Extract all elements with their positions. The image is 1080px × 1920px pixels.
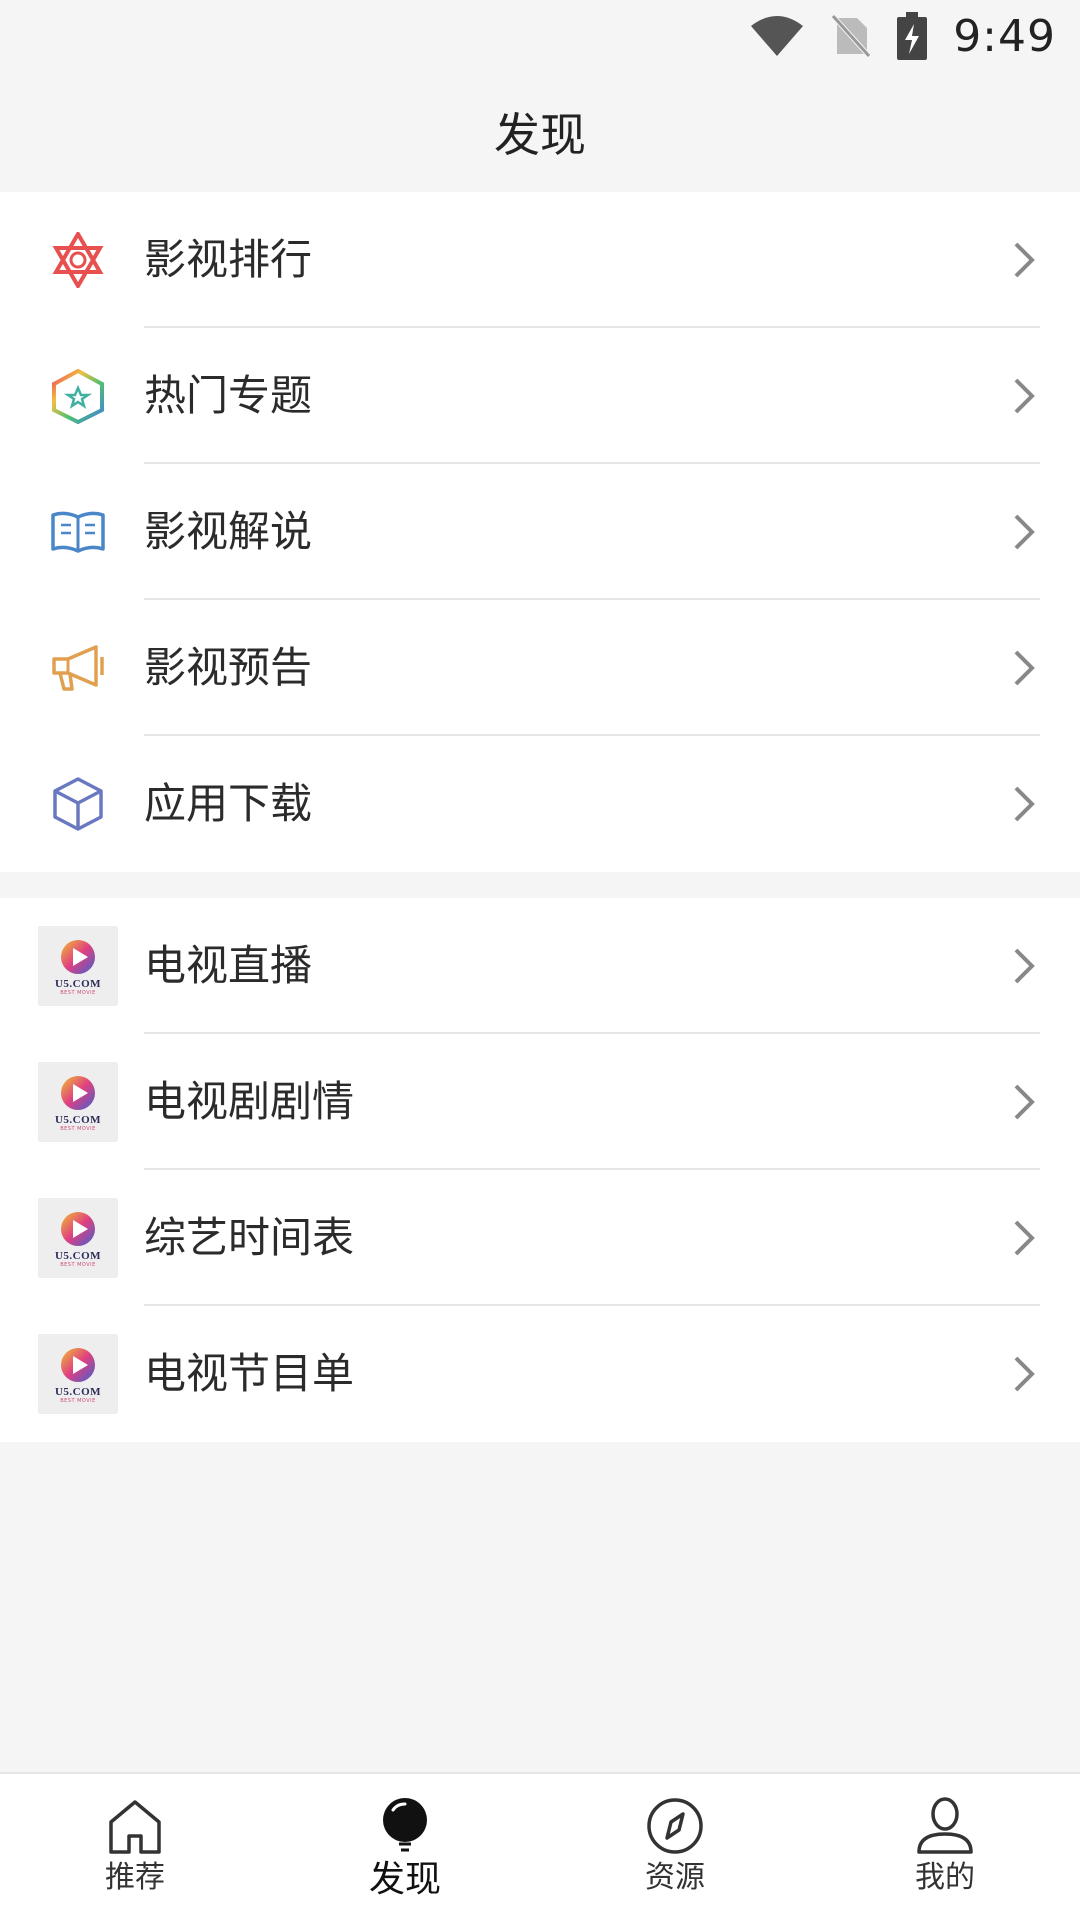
megaphone-icon bbox=[38, 638, 118, 698]
menu-item-label: 电视节目单 bbox=[144, 1349, 355, 1398]
menu-item-label: 电视直播 bbox=[144, 941, 313, 990]
wifi-icon bbox=[751, 16, 804, 56]
chevron-right-icon bbox=[1014, 1356, 1035, 1392]
logo-subtext: BEST MOVIE bbox=[60, 989, 96, 996]
header: 发现 bbox=[0, 72, 1080, 192]
cube-icon bbox=[38, 774, 118, 834]
menu-group-features: 影视排行 热门专题 影视解说 影视预告 应用下载 bbox=[0, 192, 1080, 872]
menu-item-trailers[interactable]: 影视预告 bbox=[0, 600, 1080, 736]
u5-logo-icon: U5.COM BEST MOVIE bbox=[38, 1198, 118, 1278]
menu-item-variety-schedule[interactable]: U5.COM BEST MOVIE 综艺时间表 bbox=[0, 1170, 1080, 1306]
menu-item-tv-guide[interactable]: U5.COM BEST MOVIE 电视节目单 bbox=[0, 1306, 1080, 1442]
chevron-right-icon bbox=[1014, 650, 1035, 686]
logo-text: U5.COM bbox=[54, 977, 102, 990]
bottom-nav: 推荐 发现 资源 我的 bbox=[0, 1772, 1080, 1920]
chevron-right-icon bbox=[1014, 786, 1035, 822]
logo-text: U5.COM bbox=[54, 1249, 102, 1262]
menu-item-label: 热门专题 bbox=[144, 371, 313, 420]
menu-item-tv-live[interactable]: U5.COM BEST MOVIE 电视直播 bbox=[0, 898, 1080, 1034]
compass-icon bbox=[647, 1798, 703, 1854]
chevron-right-icon bbox=[1014, 1084, 1035, 1120]
discover-screen: 9:49 发现 影视排行 热门专题 影视解说 影视预告 应用下载 U5.COM … bbox=[0, 0, 1080, 1920]
status-bar: 9:49 bbox=[0, 0, 1080, 72]
chevron-right-icon bbox=[1014, 378, 1035, 414]
logo-text: U5.COM bbox=[54, 1113, 102, 1126]
menu-item-label: 应用下载 bbox=[144, 779, 313, 828]
menu-item-label: 影视排行 bbox=[144, 235, 313, 284]
menu-item-label: 影视预告 bbox=[144, 643, 313, 692]
chevron-right-icon bbox=[1014, 948, 1035, 984]
menu-group-tv: U5.COM BEST MOVIE 电视直播 U5.COM BEST MOVIE… bbox=[0, 898, 1080, 1442]
lightbulb-icon bbox=[383, 1798, 427, 1852]
nav-tab-resources[interactable]: 资源 bbox=[540, 1774, 810, 1920]
nav-tab-mine[interactable]: 我的 bbox=[810, 1774, 1080, 1920]
menu-item-label: 综艺时间表 bbox=[144, 1213, 355, 1262]
chevron-right-icon bbox=[1014, 514, 1035, 550]
logo-subtext: BEST MOVIE bbox=[60, 1397, 96, 1404]
u5-logo-icon: U5.COM BEST MOVIE bbox=[38, 1062, 118, 1142]
user-icon bbox=[917, 1797, 973, 1854]
chevron-right-icon bbox=[1014, 242, 1035, 278]
nav-label: 我的 bbox=[915, 1860, 975, 1895]
rainbow-hexagon-star-icon bbox=[38, 366, 118, 426]
menu-item-label: 影视解说 bbox=[144, 507, 313, 556]
u5-logo-icon: U5.COM BEST MOVIE bbox=[38, 926, 118, 1006]
status-time: 9:49 bbox=[953, 10, 1056, 62]
menu-item-tv-plot[interactable]: U5.COM BEST MOVIE 电视剧剧情 bbox=[0, 1034, 1080, 1170]
logo-text: U5.COM bbox=[54, 1385, 102, 1398]
nav-tab-recommend[interactable]: 推荐 bbox=[0, 1774, 270, 1920]
battery-charging-icon bbox=[897, 12, 928, 60]
nav-label: 资源 bbox=[645, 1860, 705, 1895]
menu-item-app-download[interactable]: 应用下载 bbox=[0, 736, 1080, 872]
logo-subtext: BEST MOVIE bbox=[60, 1261, 96, 1268]
no-sim-icon bbox=[831, 14, 872, 58]
chevron-right-icon bbox=[1014, 1220, 1035, 1256]
nav-tab-discover[interactable]: 发现 bbox=[270, 1774, 540, 1920]
star-of-david-icon bbox=[38, 230, 118, 290]
menu-item-label: 电视剧剧情 bbox=[144, 1077, 355, 1126]
open-book-icon bbox=[38, 502, 118, 562]
home-icon bbox=[109, 1800, 161, 1854]
menu-item-rankings[interactable]: 影视排行 bbox=[0, 192, 1080, 328]
u5-logo-icon: U5.COM BEST MOVIE bbox=[38, 1334, 118, 1414]
page-title: 发现 bbox=[494, 108, 586, 162]
logo-subtext: BEST MOVIE bbox=[60, 1125, 96, 1132]
menu-item-hot-topics[interactable]: 热门专题 bbox=[0, 328, 1080, 464]
nav-label: 发现 bbox=[368, 1859, 441, 1900]
menu-item-commentary[interactable]: 影视解说 bbox=[0, 464, 1080, 600]
nav-label: 推荐 bbox=[105, 1860, 165, 1895]
